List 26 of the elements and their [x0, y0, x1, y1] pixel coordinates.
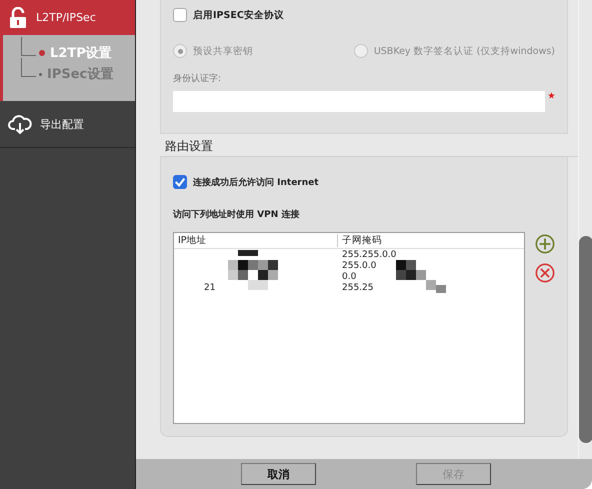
- padlock-icon: [8, 6, 28, 28]
- add-icon[interactable]: [535, 234, 555, 254]
- section-title: 路由设置: [165, 139, 213, 153]
- checkbox[interactable]: [173, 175, 187, 189]
- vpn-label: 访问下列地址时使用 VPN 连接: [173, 208, 300, 221]
- radio-label: 预设共享密钥: [193, 44, 253, 58]
- sidebar-item[interactable]: L2TP/IPSec: [0, 0, 135, 35]
- scrollbar-thumb[interactable]: [579, 236, 592, 443]
- column-header: IP地址: [174, 234, 338, 247]
- footer-button[interactable]: 取消: [241, 463, 316, 485]
- tree-connector: [21, 58, 36, 77]
- table-cell: 0.0: [342, 272, 356, 282]
- field-label: 身份认证字:: [173, 72, 222, 85]
- table-cell: 21: [204, 282, 216, 292]
- checkbox-label: 启用IPSEC安全协议: [193, 8, 284, 22]
- table-cell: 255.0.0: [342, 260, 376, 270]
- table-cell: 255.25: [342, 282, 374, 292]
- checkbox[interactable]: [173, 8, 187, 22]
- column-header: 子网掩码: [341, 234, 382, 247]
- cloud-download-icon: [8, 114, 32, 134]
- remove-icon[interactable]: [535, 263, 555, 283]
- tree-connector: [21, 37, 36, 56]
- radio-label: USBKey 数字签名认证 (仅支持windows): [374, 44, 555, 58]
- table-cell: 255.255.0.0: [342, 250, 396, 260]
- input-field[interactable]: [173, 91, 546, 112]
- checkbox-label: 连接成功后允许访问 Internet: [193, 176, 319, 188]
